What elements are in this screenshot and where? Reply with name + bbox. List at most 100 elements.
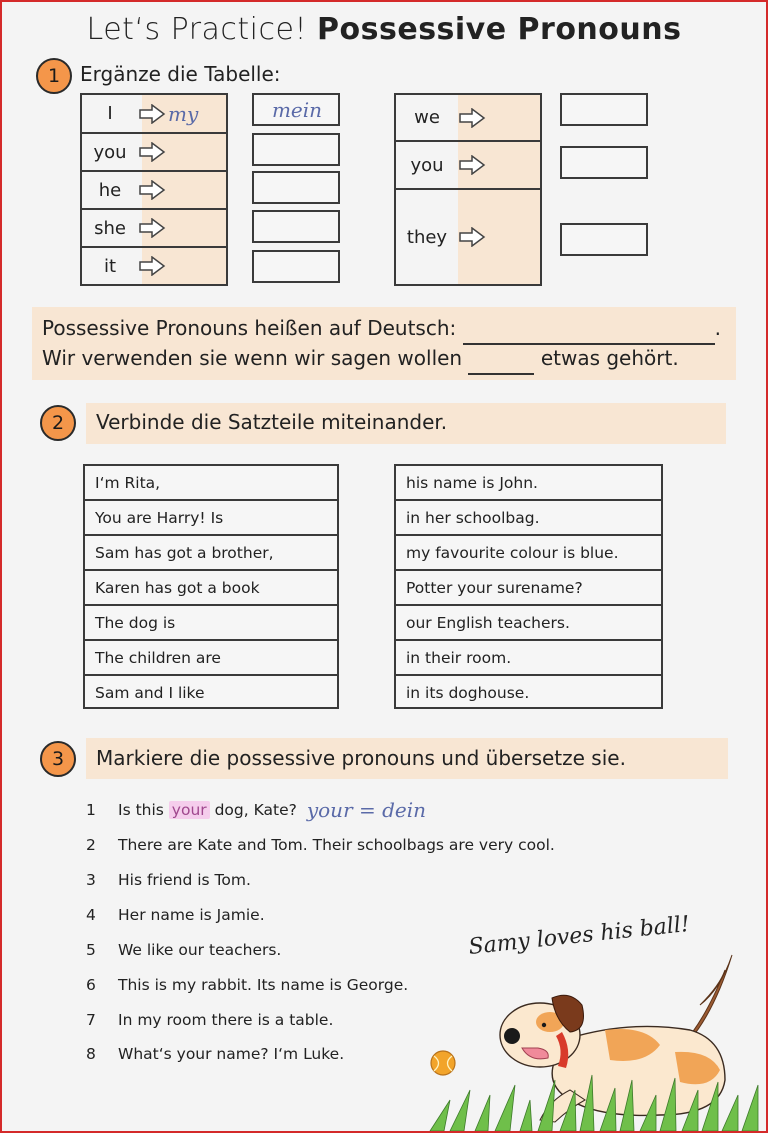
sentence-text: dog, Kate? xyxy=(214,801,297,819)
title-part-2: Possessive Pronouns xyxy=(317,12,682,47)
sentence-item: 2 There are Kate and Tom. Their schoolba… xyxy=(86,832,555,858)
pronoun-row: they xyxy=(396,190,540,284)
pronoun-row: you xyxy=(396,142,540,190)
pronoun-row: she xyxy=(82,210,226,248)
match-item-right[interactable]: my favourite colour is blue. xyxy=(396,536,661,571)
match-item-left[interactable]: You are Harry! Is xyxy=(85,501,337,536)
fill-sentence-1-text: Possessive Pronouns heißen auf Deutsch: xyxy=(42,316,457,340)
section-3-heading: Markiere die possessive pronouns und übe… xyxy=(96,746,626,770)
dog-with-ball-illustration xyxy=(429,954,759,1131)
match-item-right[interactable]: in its doghouse. xyxy=(396,676,661,709)
translation-answer[interactable]: your = dein xyxy=(307,798,426,822)
section-3-number: 3 xyxy=(51,748,65,770)
sentence-number: 4 xyxy=(86,906,96,924)
fill-sentence-2-start: Wir verwenden sie wenn wir sagen wollen xyxy=(42,346,463,370)
sentence-number: 7 xyxy=(86,1011,96,1029)
sentence-text[interactable]: His friend is Tom. xyxy=(118,871,251,889)
sentence-number: 5 xyxy=(86,941,96,959)
german-answer-box[interactable] xyxy=(560,223,648,256)
pronoun-label: I xyxy=(107,103,113,124)
possessive-answer[interactable]: my xyxy=(168,102,198,126)
match-table-left: I‘m Rita, You are Harry! Is Sam has got … xyxy=(83,464,339,709)
arrow-right-icon xyxy=(139,218,166,238)
match-item-right[interactable]: in their room. xyxy=(396,641,661,676)
pronoun-table-right: we you they xyxy=(394,93,542,286)
german-answer-box[interactable] xyxy=(252,133,340,166)
tennis-ball-icon xyxy=(430,1050,456,1076)
german-answer: mein xyxy=(271,97,323,122)
section-3-badge: 3 xyxy=(40,741,76,777)
arrow-right-icon xyxy=(459,227,486,247)
german-answer-box[interactable] xyxy=(252,250,340,283)
title-part-1: Let‘s Practice! xyxy=(86,12,307,47)
pronoun-row: you xyxy=(82,134,226,172)
sentence-item: 3 His friend is Tom. xyxy=(86,867,251,893)
fill-sentence-2: Wir verwenden sie wenn wir sagen wollen … xyxy=(42,343,679,375)
sentence-text: Is this xyxy=(118,801,164,819)
sentence-number: 8 xyxy=(86,1045,96,1063)
sentence-item: 6 This is my rabbit. Its name is George. xyxy=(86,972,408,998)
fill-sentence-2-end: etwas gehört. xyxy=(540,346,679,370)
pronoun-label: we xyxy=(414,107,440,128)
sentence-number: 2 xyxy=(86,836,96,854)
arrow-right-icon xyxy=(459,107,486,128)
match-item-left[interactable]: The children are xyxy=(85,641,337,676)
fill-sentence-1: Possessive Pronouns heißen auf Deutsch: … xyxy=(42,313,721,345)
match-item-right[interactable]: Potter your surename? xyxy=(396,571,661,606)
german-answer-box[interactable] xyxy=(252,171,340,204)
section-2-number: 2 xyxy=(51,412,65,434)
match-table-right: his name is John. in her schoolbag. my f… xyxy=(394,464,663,709)
sentence-item: 8 What‘s your name? I‘m Luke. xyxy=(86,1041,344,1067)
sentence-number: 3 xyxy=(86,871,96,889)
german-answer-box[interactable] xyxy=(560,146,648,179)
match-item-left[interactable]: Sam has got a brother, xyxy=(85,536,337,571)
pronoun-row: he xyxy=(82,172,226,210)
sentence-text[interactable]: What‘s your name? I‘m Luke. xyxy=(118,1045,344,1063)
match-item-left[interactable]: Karen has got a book xyxy=(85,571,337,606)
match-item-right[interactable]: his name is John. xyxy=(396,466,661,501)
match-item-left[interactable]: The dog is xyxy=(85,606,337,641)
pronoun-label: he xyxy=(98,179,122,201)
sentence-text[interactable]: In my room there is a table. xyxy=(118,1011,333,1029)
sentence-text[interactable]: There are Kate and Tom. Their schoolbags… xyxy=(118,836,555,854)
pronoun-label: they xyxy=(406,226,448,248)
section-1-heading: Ergänze die Tabelle: xyxy=(80,62,281,86)
pronoun-label: she xyxy=(94,217,126,239)
fill-blank-2[interactable] xyxy=(468,343,535,375)
pronoun-table-left: I my you he she it xyxy=(80,93,228,286)
german-answer-box[interactable]: mein xyxy=(252,93,340,126)
page-title: Let‘s Practice! Possessive Pronouns xyxy=(0,12,768,47)
match-item-left[interactable]: I‘m Rita, xyxy=(85,466,337,501)
arrow-right-icon xyxy=(139,256,166,276)
match-item-right[interactable]: our English teachers. xyxy=(396,606,661,641)
pronoun-label: you xyxy=(410,154,444,176)
pronoun-row: I my xyxy=(82,95,226,134)
section-1-number: 1 xyxy=(47,65,61,87)
sentence-text[interactable]: We like our teachers. xyxy=(118,941,281,959)
german-answer-box[interactable] xyxy=(252,210,340,243)
sentence-text[interactable]: This is my rabbit. Its name is George. xyxy=(118,976,408,994)
fill-sentence-1-end: . xyxy=(714,316,721,340)
sentence-item: 1 Is this your dog, Kate? your = dein xyxy=(86,797,426,823)
arrow-right-icon xyxy=(459,155,486,175)
pronoun-label: it xyxy=(103,255,117,277)
sentence-item: 7 In my room there is a table. xyxy=(86,1007,333,1033)
section-2-badge: 2 xyxy=(40,405,76,441)
sentence-item: 5 We like our teachers. xyxy=(86,937,281,963)
match-item-left[interactable]: Sam and I like xyxy=(85,676,337,709)
match-item-right[interactable]: in her schoolbag. xyxy=(396,501,661,536)
section-2-heading: Verbinde die Satzteile miteinander. xyxy=(96,410,448,434)
sentence-number: 6 xyxy=(86,976,96,994)
pronoun-row: it xyxy=(82,248,226,284)
sentence-text[interactable]: Her name is Jamie. xyxy=(118,906,265,924)
arrow-right-icon xyxy=(139,180,166,200)
pronoun-row: we xyxy=(396,95,540,142)
sentence-item: 4 Her name is Jamie. xyxy=(86,902,265,928)
fill-blank-1[interactable] xyxy=(462,313,715,345)
section-1-badge: 1 xyxy=(36,58,72,94)
arrow-right-icon xyxy=(139,142,166,162)
pronoun-label: you xyxy=(93,141,127,163)
highlighted-pronoun[interactable]: your xyxy=(168,801,210,819)
sentence-number: 1 xyxy=(86,801,96,819)
german-answer-box[interactable] xyxy=(560,93,648,126)
